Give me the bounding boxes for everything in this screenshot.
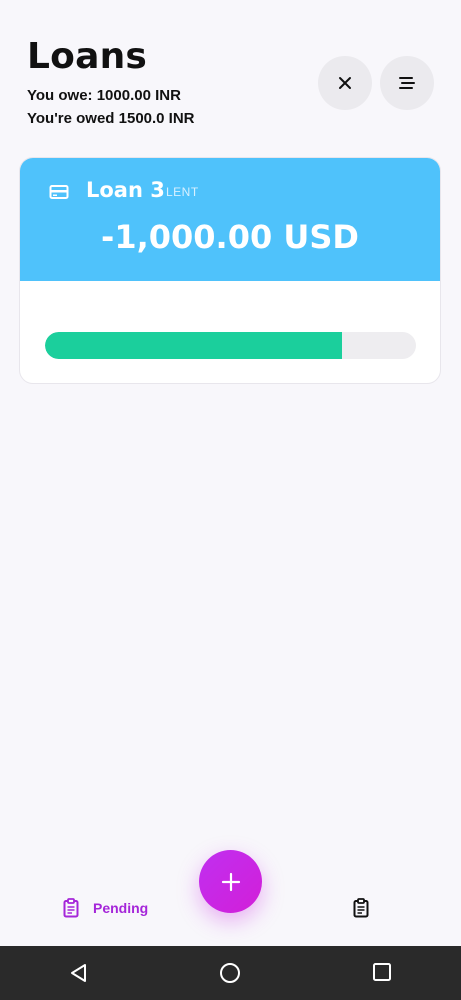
system-navigation-bar bbox=[0, 946, 461, 1000]
you-owe-text: You owe: 1000.00 INR bbox=[27, 87, 181, 104]
tab-pending[interactable]: Pending bbox=[63, 898, 148, 918]
clipboard-icon bbox=[63, 898, 79, 918]
loan-type-badge: LENT bbox=[166, 185, 199, 199]
loan-progress-bar bbox=[45, 332, 416, 359]
loan-card-header: Loan 3 LENT -1,000.00 USD bbox=[20, 158, 440, 281]
loan-name: Loan 3 bbox=[86, 178, 165, 202]
you-are-owed-text: You're owed 1500.0 INR bbox=[27, 110, 195, 127]
sort-lines-icon bbox=[399, 77, 415, 89]
loan-amount: -1,000.00 USD bbox=[101, 218, 359, 256]
filter-button[interactable] bbox=[380, 56, 434, 110]
loan-card[interactable]: Loan 3 LENT -1,000.00 USD bbox=[19, 157, 441, 384]
credit-card-icon bbox=[49, 185, 69, 199]
add-loan-button[interactable] bbox=[199, 850, 262, 913]
tab-pending-label: Pending bbox=[93, 900, 149, 916]
back-triangle-icon[interactable] bbox=[68, 962, 90, 984]
clipboard-icon bbox=[353, 898, 369, 918]
tab-secondary[interactable] bbox=[353, 898, 369, 918]
home-circle-icon[interactable] bbox=[219, 962, 241, 984]
close-icon bbox=[339, 77, 351, 89]
loan-progress-fill bbox=[45, 332, 342, 359]
page-title: Loans bbox=[27, 36, 148, 77]
recents-square-icon[interactable] bbox=[372, 962, 392, 982]
close-button[interactable] bbox=[318, 56, 372, 110]
plus-icon bbox=[221, 872, 240, 891]
